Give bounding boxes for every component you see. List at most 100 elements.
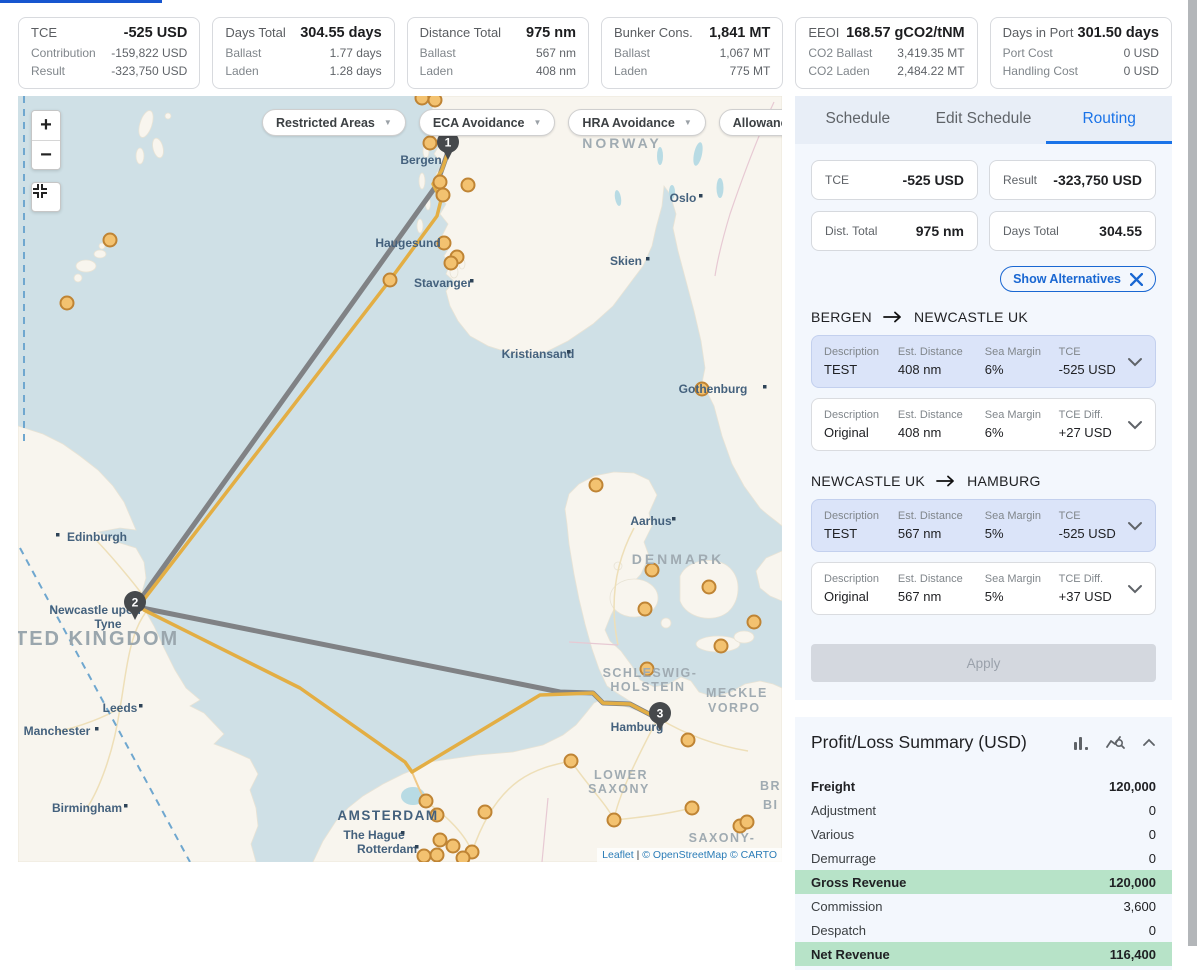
stat-sub-value: 0 USD (1124, 44, 1159, 62)
chevron-down-icon: ▼ (684, 118, 692, 127)
map-attribution: Leaflet | © OpenStreetMap © CARTO (597, 848, 782, 862)
summary-label: Result (1003, 173, 1037, 187)
option-col-label: Description (824, 510, 898, 522)
route-option-original[interactable]: DescriptionOriginal Est. Distance567 nm … (811, 562, 1156, 615)
stat-sub-value: 2,484.22 MT (897, 62, 964, 80)
summary-card-result: Result-323,750 USD (989, 160, 1156, 200)
stat-value: -525 USD (124, 25, 188, 41)
option-col-label: Est. Distance (898, 573, 985, 585)
city-label: Haugesund (375, 236, 440, 250)
stat-sub-value: 408 nm (536, 62, 576, 80)
city-label: Rotterdam (357, 842, 417, 856)
city-label: Manchester (24, 724, 91, 738)
stat-sub-label: CO2 Laden (808, 62, 869, 80)
zoom-in-button[interactable]: + (32, 111, 60, 140)
tab-edit-schedule[interactable]: Edit Schedule (921, 96, 1047, 144)
expand-option-chevron[interactable] (1127, 420, 1143, 430)
page-scrollbar[interactable] (1187, 0, 1198, 946)
pin-number: 1 (445, 136, 452, 150)
filter-label: ECA Avoidance (433, 116, 525, 130)
route-map[interactable]: NORWAY DENMARK TED KINGDOM SCHLESWIG- HO… (18, 96, 782, 862)
fit-bounds-icon (32, 183, 48, 199)
pl-value: 0 (1149, 803, 1156, 818)
expand-option-chevron[interactable] (1127, 521, 1143, 531)
option-col-value: 5% (985, 589, 1059, 604)
region-label: MECKLE (706, 686, 768, 700)
region-label: LOWER (594, 768, 648, 782)
stat-sub-label: Result (31, 62, 65, 80)
pl-row-demurrage: Demurrage 0 (795, 846, 1172, 870)
region-label: SAXONY (588, 782, 650, 796)
stat-label: Days in Port (1003, 25, 1074, 40)
leg-2-heading: NEWCASTLE UK HAMBURG (811, 473, 1156, 489)
pl-label: Net Revenue (811, 947, 890, 962)
filter-hra-avoidance[interactable]: HRA Avoidance ▼ (568, 109, 705, 136)
stat-sub-value: 1.28 days (330, 62, 382, 80)
city-label: Edinburgh (67, 530, 127, 544)
city-label: Aarhus (630, 514, 672, 528)
bar-chart-icon[interactable] (1072, 735, 1090, 751)
arrow-right-icon (883, 311, 903, 323)
stat-value: 301.50 days (1078, 25, 1159, 41)
collapse-chevron-icon[interactable] (1142, 738, 1156, 747)
city-label: Tyne (94, 617, 121, 631)
leg-to: NEWCASTLE UK (914, 309, 1028, 325)
stat-sub-value: 3,419.35 MT (897, 44, 964, 62)
analyze-chart-icon[interactable] (1106, 735, 1126, 751)
map-filters: Restricted Areas▼ ECA Avoidance▼ HRA Avo… (262, 109, 782, 136)
city-label: Gothenburg (679, 382, 748, 396)
filter-allowance[interactable]: Allowance▼ (719, 109, 782, 136)
option-col-value: 408 nm (898, 425, 985, 440)
summary-card-dist-total: Dist. Total975 nm (811, 211, 978, 251)
stat-sub-value: 775 MT (730, 62, 771, 80)
pl-label: Demurrage (811, 851, 876, 866)
filter-restricted-areas[interactable]: Restricted Areas▼ (262, 109, 406, 136)
route-option-original[interactable]: DescriptionOriginal Est. Distance408 nm … (811, 398, 1156, 451)
option-col-label: Sea Margin (985, 409, 1059, 421)
option-col-value: 567 nm (898, 526, 985, 541)
pl-label: Commission (811, 899, 883, 914)
stat-sub-label: Contribution (31, 44, 96, 62)
leg-to: HAMBURG (967, 473, 1041, 489)
option-col-label: TCE (1059, 346, 1127, 358)
leaflet-link[interactable]: Leaflet (602, 849, 634, 861)
stat-value: 1,841 MT (709, 25, 770, 41)
stat-sub-value: 0 USD (1124, 62, 1159, 80)
zoom-out-button[interactable]: − (32, 140, 60, 169)
show-alternatives-label: Show Alternatives (1013, 272, 1121, 286)
show-alternatives-button[interactable]: Show Alternatives (1000, 266, 1156, 292)
arrow-right-icon (936, 475, 956, 487)
pl-value: 120,000 (1109, 779, 1156, 794)
route-option-selected[interactable]: DescriptionTEST Est. Distance567 nm Sea … (811, 499, 1156, 552)
apply-button[interactable]: Apply (811, 644, 1156, 682)
osm-link[interactable]: © OpenStreetMap (642, 849, 727, 861)
tab-schedule[interactable]: Schedule (795, 96, 921, 144)
region-label: HOLSTEIN (610, 680, 685, 694)
stat-label: Days Total (225, 25, 285, 40)
map-canvas: NORWAY DENMARK TED KINGDOM SCHLESWIG- HO… (18, 96, 782, 862)
pl-value: 0 (1149, 923, 1156, 938)
carto-link[interactable]: © CARTO (730, 849, 777, 861)
summary-value: 975 nm (916, 223, 964, 239)
filter-label: HRA Avoidance (582, 116, 674, 130)
filter-eca-avoidance[interactable]: ECA Avoidance▼ (419, 109, 556, 136)
option-col-value: TEST (824, 362, 898, 377)
option-col-label: TCE (1059, 510, 1127, 522)
pl-row-despatch: Despatch0 (795, 918, 1172, 942)
stat-sub-value: 1.77 days (330, 44, 382, 62)
summary-card-tce: TCE-525 USD (811, 160, 978, 200)
expand-option-chevron[interactable] (1127, 357, 1143, 367)
city-label: Kristiansand (502, 347, 575, 361)
summary-value: -525 USD (903, 172, 964, 188)
option-col-label: Description (824, 409, 898, 421)
fit-bounds-button[interactable] (31, 182, 61, 212)
scrollbar-thumb[interactable] (1188, 0, 1197, 946)
route-option-selected[interactable]: DescriptionTEST Est. Distance408 nm Sea … (811, 335, 1156, 388)
stat-sub-value: 567 nm (536, 44, 576, 62)
pl-value: 116,400 (1110, 947, 1156, 962)
city-label: Leeds (103, 701, 138, 715)
pl-value: 0 (1149, 851, 1156, 866)
city-label: The Hague (343, 828, 405, 842)
tab-routing[interactable]: Routing (1046, 96, 1172, 144)
expand-option-chevron[interactable] (1127, 584, 1143, 594)
